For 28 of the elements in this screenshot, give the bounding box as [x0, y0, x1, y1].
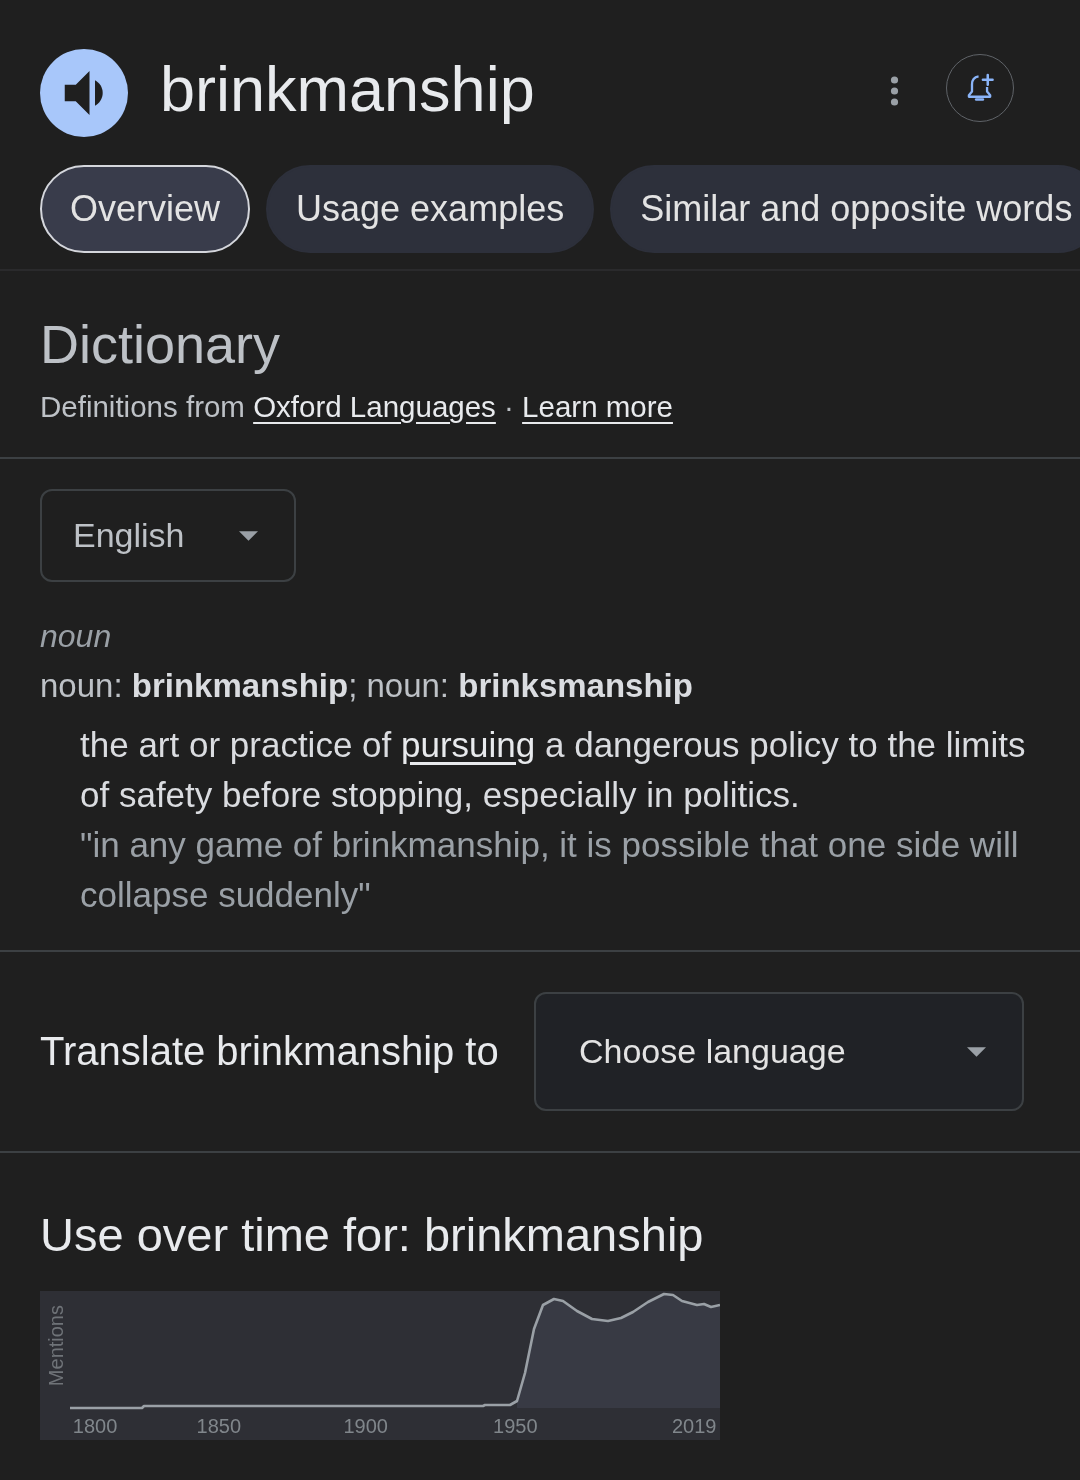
usage-title: Use over time for: brinkmanship — [40, 1207, 705, 1263]
year-label: 1900 — [343, 1414, 388, 1438]
definition-text: the art or practice of pursuing a dangerous policy to the limits of safety before stopping, especially in politics. — [80, 724, 1027, 816]
speaker-icon — [64, 71, 104, 115]
tab[interactable]: Usage examples — [266, 165, 595, 253]
language-dropdown[interactable]: English — [40, 489, 296, 582]
source-line: Definitions from Oxford Languages · Learn more — [40, 389, 674, 425]
word-title: brinkmanship — [160, 55, 535, 125]
year-label: 1950 — [493, 1414, 538, 1438]
more-options-icon[interactable] — [890, 76, 899, 106]
word-link[interactable]: pursuing — [401, 725, 536, 764]
tab[interactable]: Similar and opposite words — [610, 165, 1080, 253]
year-label: 1850 — [196, 1414, 242, 1438]
year-label: 1800 — [72, 1414, 118, 1438]
caret-icon — [967, 1046, 986, 1057]
bell-plus-icon — [965, 72, 995, 104]
axis-label: Mentions — [45, 1305, 67, 1387]
year-label: 2019 — [671, 1414, 717, 1438]
caret-icon — [239, 530, 258, 541]
text-link[interactable]: Learn more — [522, 390, 673, 423]
part-of-speech: noun — [40, 617, 113, 656]
translate-label: Translate brinkmanship to — [40, 1029, 500, 1074]
word-forms: noun: brinkmanship; noun: brinksmanship — [40, 666, 694, 706]
section-title: Dictionary — [40, 313, 282, 375]
tab[interactable]: Overview — [40, 165, 251, 253]
example-sentence: "in any game of brinkmanship, it is possible that one side will collapse suddenly" — [80, 824, 1020, 916]
language-select[interactable]: Choose language — [534, 992, 1024, 1111]
text-link[interactable]: Oxford Languages — [253, 390, 496, 423]
